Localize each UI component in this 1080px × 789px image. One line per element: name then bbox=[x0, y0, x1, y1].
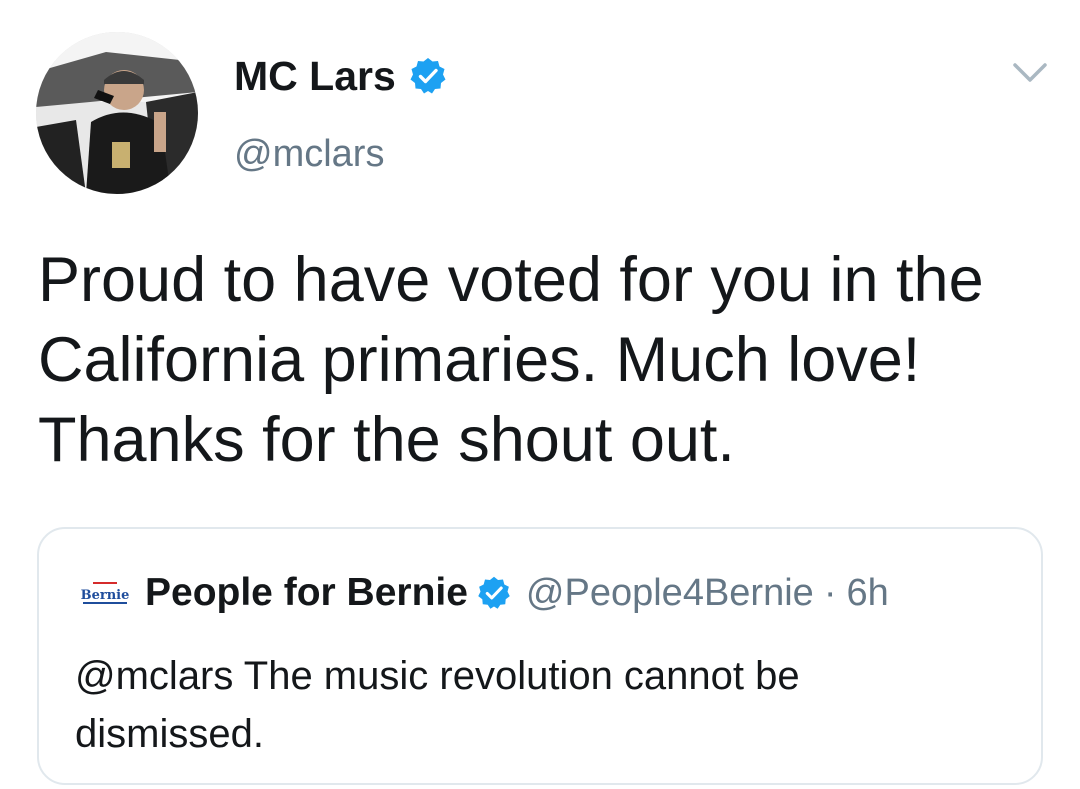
author-display-name[interactable]: MC Lars bbox=[234, 50, 448, 102]
meta-separator: · bbox=[823, 571, 837, 614]
author-avatar[interactable] bbox=[36, 32, 198, 194]
tweet-text: Proud to have voted for you in the Calif… bbox=[38, 245, 984, 475]
quoted-author-avatar[interactable]: Bernie bbox=[79, 578, 131, 608]
author-name-text: MC Lars bbox=[234, 53, 396, 99]
quoted-author-name[interactable]: People for Bernie bbox=[145, 571, 468, 615]
quoted-tweet-header: Bernie People for Bernie @People4Bernie … bbox=[79, 567, 889, 619]
quoted-verified-badge-icon bbox=[476, 575, 512, 611]
avatar-photo bbox=[36, 32, 198, 194]
quoted-author-handle[interactable]: @People4Bernie bbox=[526, 572, 814, 615]
quoted-tweet-card[interactable]: Bernie People for Bernie @People4Bernie … bbox=[37, 527, 1043, 785]
quoted-timestamp[interactable]: 6h bbox=[846, 572, 888, 615]
author-handle[interactable]: @mclars bbox=[234, 130, 384, 178]
chevron-down-icon[interactable] bbox=[1010, 58, 1050, 88]
quoted-tweet-text: @mclars The music revolution cannot be d… bbox=[75, 654, 800, 756]
bernie-logo-text: Bernie bbox=[81, 588, 130, 603]
verified-badge-icon bbox=[408, 56, 448, 96]
bernie-logo-icon: Bernie bbox=[79, 578, 131, 608]
